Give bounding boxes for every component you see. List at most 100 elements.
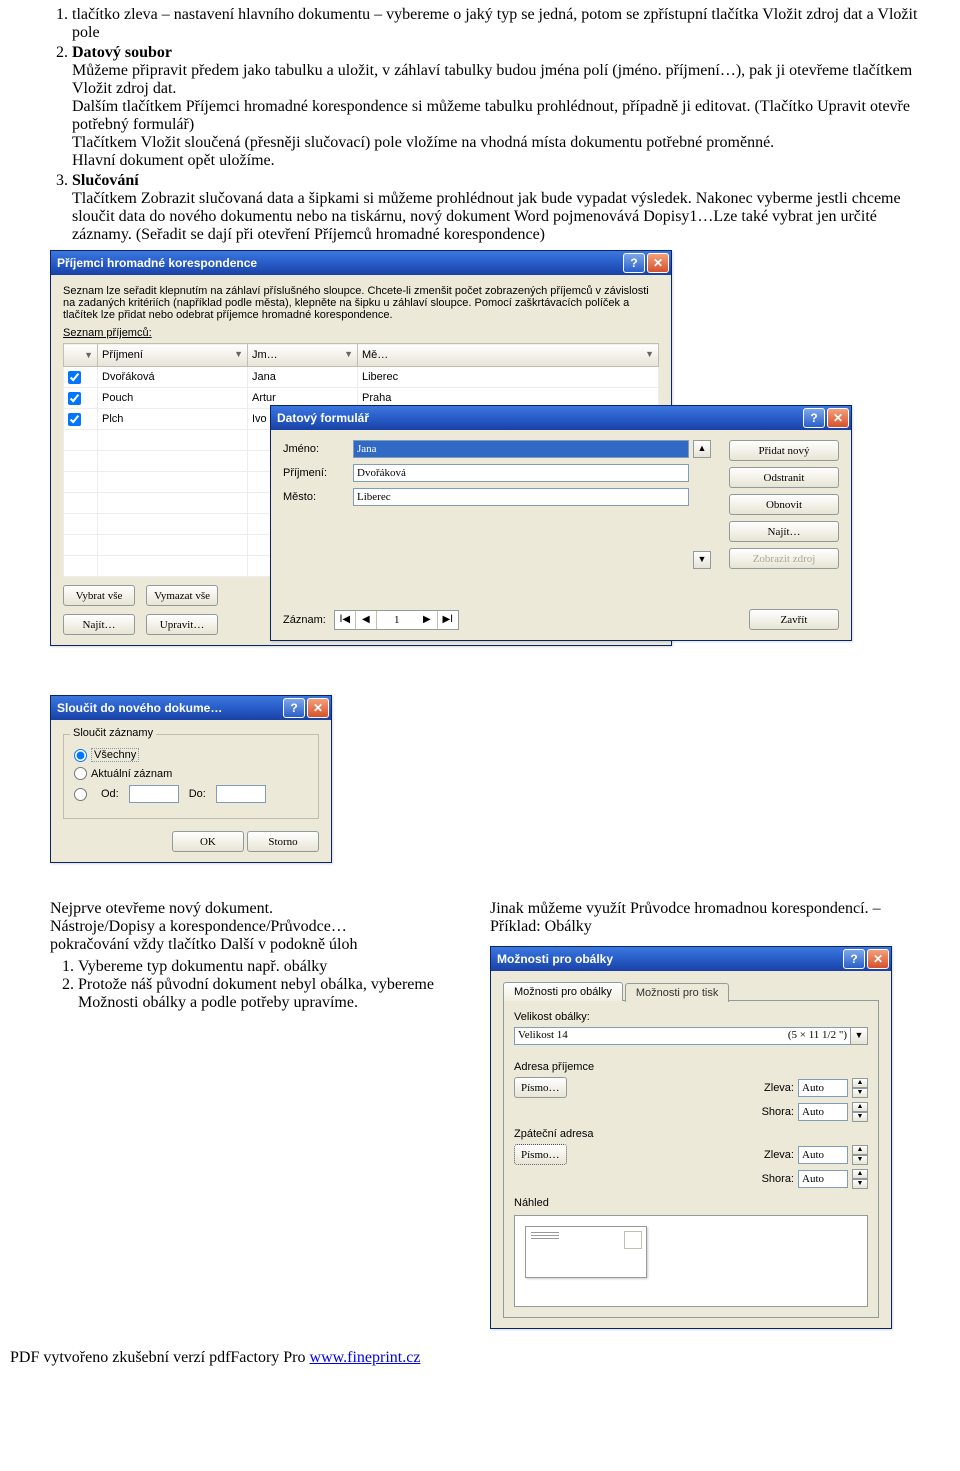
spin-down-icon[interactable]: ▼ (852, 1155, 868, 1165)
ret-top-field[interactable] (798, 1170, 848, 1188)
restore-button[interactable]: Obnovit (729, 494, 839, 515)
col-firstname[interactable]: ▼Jm… (248, 344, 358, 367)
col-surname[interactable]: ▼Příjmení (98, 344, 248, 367)
size-label: Velikost obálky: (514, 1011, 868, 1023)
mesto-field[interactable] (353, 488, 689, 506)
addr-left-field[interactable] (798, 1079, 848, 1097)
row-checkbox[interactable] (68, 392, 81, 405)
ret-top-label: Shora: (762, 1173, 794, 1185)
spin-down-icon[interactable]: ▼ (852, 1088, 868, 1098)
spin-down-icon[interactable]: ▼ (852, 1112, 868, 1122)
find-record-button[interactable]: Najít… (729, 521, 839, 542)
ok-button[interactable]: OK (172, 831, 244, 852)
row-checkbox[interactable] (68, 371, 81, 384)
scroll-up-icon[interactable]: ▲ (693, 440, 711, 458)
recipients-intro: Seznam lze seřadit klepnutím na záhlaví … (63, 285, 659, 321)
cancel-button[interactable]: Storno (247, 831, 319, 852)
text-path: Nástroje/Dopisy a korespondence/Průvodce… (50, 918, 480, 936)
next-record-icon[interactable]: ▶ (417, 611, 438, 629)
prijmeni-field[interactable] (353, 464, 689, 482)
addr-top-field[interactable] (798, 1103, 848, 1121)
add-new-button[interactable]: Přidat nový (729, 440, 839, 461)
chevron-down-icon[interactable]: ▼ (850, 1027, 868, 1045)
from-field[interactable] (129, 785, 179, 803)
prev-record-icon[interactable]: ◀ (356, 611, 377, 629)
text-open-doc: Nejprve otevřeme nový dokument. (50, 900, 480, 918)
ret-left-label: Zleva: (764, 1149, 794, 1161)
table-row[interactable]: DvořákováJanaLiberec (64, 367, 659, 388)
radio-current[interactable] (74, 767, 87, 780)
scroll-down-icon[interactable]: ▼ (693, 551, 711, 569)
addr-font-button[interactable]: Písmo… (514, 1077, 567, 1098)
envelope-title: Možnosti pro obálky (497, 952, 613, 966)
spin-down-icon[interactable]: ▼ (852, 1179, 868, 1189)
radio-range[interactable] (74, 788, 87, 801)
ret-section-label: Zpáteční adresa (514, 1128, 868, 1140)
radio-current-label: Aktuální záznam (91, 768, 172, 780)
jmeno-field[interactable] (353, 440, 689, 458)
close-icon[interactable]: ✕ (647, 253, 669, 273)
to-field[interactable] (216, 785, 266, 803)
envelope-size-select[interactable]: Velikost 14(5 × 11 1/2 ") (514, 1027, 851, 1045)
from-label: Od: (101, 788, 119, 800)
step-2: Protože náš původní dokument nebyl obálk… (78, 976, 480, 1012)
list-label: Seznam příjemců: (63, 327, 659, 339)
spin-up-icon[interactable]: ▲ (852, 1102, 868, 1112)
record-number-field[interactable] (377, 611, 417, 629)
last-record-icon[interactable]: ▶ꓲ (438, 611, 458, 629)
text-side: Jinak můžeme využít Průvodce hromadnou k… (490, 900, 920, 936)
list-item-1: tlačítko zleva – nastavení hlavního doku… (72, 6, 920, 42)
select-all-button[interactable]: Vybrat vše (63, 585, 135, 606)
radio-all[interactable] (74, 749, 87, 762)
label-jmeno: Jméno: (283, 443, 353, 455)
form-title: Datový formulář (277, 411, 369, 425)
li3-body: Tlačítkem Zobrazit slučovaná data a šipk… (72, 190, 901, 243)
label-prijmeni: Příjmení: (283, 467, 353, 479)
help-button[interactable]: ? (623, 253, 645, 273)
first-record-icon[interactable]: ꓲ◀ (335, 611, 356, 629)
list-item-2: Datový soubor Můžeme připravit předem ja… (72, 44, 920, 170)
merge-group-label: Sloučit záznamy (70, 727, 156, 739)
help-button[interactable]: ? (843, 949, 865, 969)
row-checkbox[interactable] (68, 413, 81, 426)
close-form-button[interactable]: Zavřít (749, 609, 839, 630)
footer-link[interactable]: www.fineprint.cz (310, 1349, 421, 1366)
close-icon[interactable]: ✕ (827, 408, 849, 428)
col-city[interactable]: ▼Mě… (358, 344, 659, 367)
addr-top-label: Shora: (762, 1106, 794, 1118)
list-item-3: Slučování Tlačítkem Zobrazit slučovaná d… (72, 172, 920, 244)
clear-all-button[interactable]: Vymazat vše (146, 585, 218, 606)
edit-button[interactable]: Upravit… (146, 614, 218, 635)
ret-left-field[interactable] (798, 1146, 848, 1164)
spin-up-icon[interactable]: ▲ (852, 1169, 868, 1179)
li2-body: Můžeme připravit předem jako tabulku a u… (72, 62, 912, 169)
spin-up-icon[interactable]: ▲ (852, 1145, 868, 1155)
tab-print-options[interactable]: Možnosti pro tisk (625, 983, 730, 1002)
pdf-footer: PDF vytvořeno zkušební verzí pdfFactory … (0, 1339, 960, 1377)
addr-left-label: Zleva: (764, 1082, 794, 1094)
record-label: Záznam: (283, 614, 326, 626)
radio-all-label: Všechny (91, 748, 139, 762)
label-mesto: Město: (283, 491, 353, 503)
preview-label: Náhled (514, 1197, 868, 1209)
to-label: Do: (189, 788, 206, 800)
envelope-preview (514, 1215, 868, 1307)
view-source-button[interactable]: Zobrazit zdroj (729, 548, 839, 569)
step-1: Vybereme typ dokumentu např. obálky (78, 958, 480, 976)
help-button[interactable]: ? (803, 408, 825, 428)
envelope-dialog: Možnosti pro obálky ? ✕ Možnosti pro obá… (490, 946, 892, 1329)
tab-envelope-options[interactable]: Možnosti pro obálky (503, 982, 623, 1001)
data-form-dialog: Datový formulář ? ✕ Jméno: Příjmení: M (270, 405, 852, 641)
find-button[interactable]: Najít… (63, 614, 135, 635)
delete-button[interactable]: Odstranit (729, 467, 839, 488)
close-icon[interactable]: ✕ (307, 698, 329, 718)
recipients-title: Příjemci hromadné korespondence (57, 256, 257, 270)
help-button[interactable]: ? (283, 698, 305, 718)
merge-title: Sloučit do nového dokume… (57, 701, 222, 715)
merge-dialog: Sloučit do nového dokume… ? ✕ Sloučit zá… (50, 695, 332, 863)
spin-up-icon[interactable]: ▲ (852, 1078, 868, 1088)
ret-font-button[interactable]: Písmo… (514, 1144, 567, 1165)
col-check[interactable]: ▼ (64, 344, 98, 367)
close-icon[interactable]: ✕ (867, 949, 889, 969)
text-continue: pokračování vždy tlačítko Další v podokn… (50, 936, 480, 954)
